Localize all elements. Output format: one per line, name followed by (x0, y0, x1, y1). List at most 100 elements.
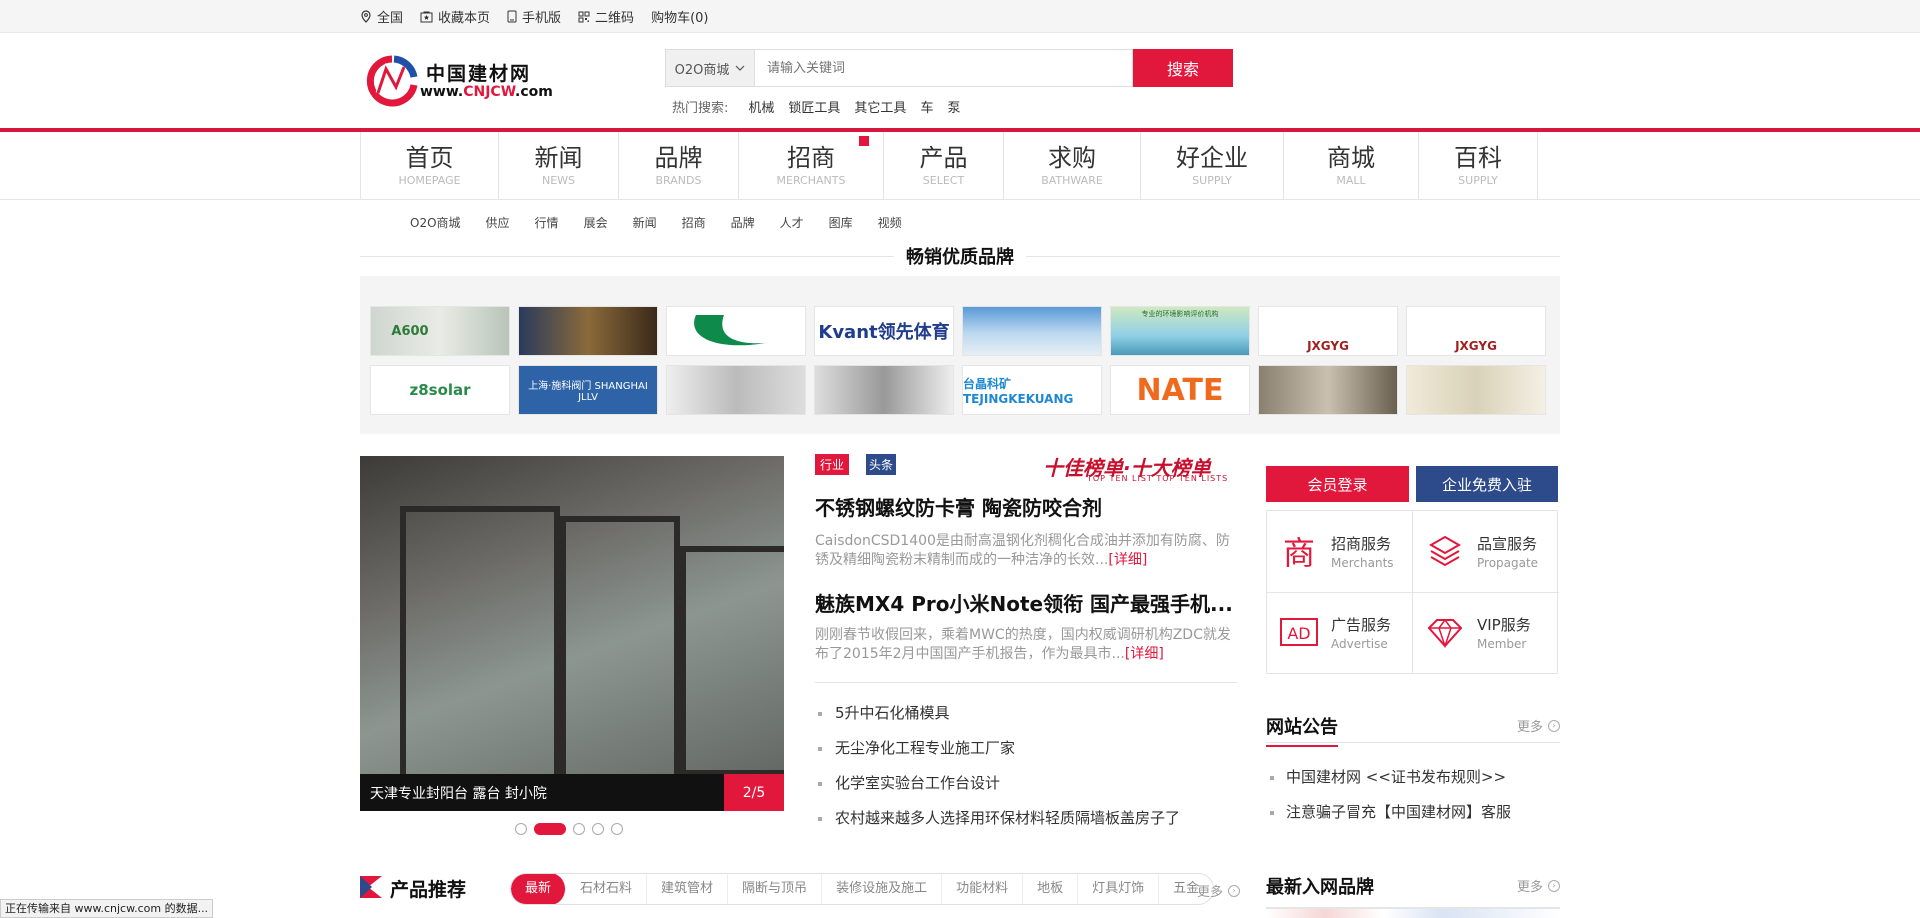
service-vip[interactable]: VIP服务 Member (1413, 593, 1559, 674)
brand-logo[interactable]: z8solar (370, 365, 510, 415)
brand-logo[interactable]: 上海·施科阀门 SHANGHAI JLLV (518, 365, 658, 415)
hot-search-term[interactable]: 其它工具 (854, 97, 906, 116)
qr-code-icon (578, 11, 590, 22)
logo-url-suffix: .com (515, 84, 553, 100)
image-slider[interactable]: 天津专业封阳台 露台 封小院 2/5 (360, 456, 784, 811)
brand-logo-text: 上海·施科阀门 SHANGHAI JLLV (528, 381, 648, 403)
service-propagate[interactable]: 品宣服务 Propagate (1413, 511, 1559, 593)
more-label: 更多 (1516, 880, 1543, 895)
site-logo[interactable]: 中国建材网 www.CNJCW.com (364, 53, 554, 111)
subnav-item[interactable]: O2O商城 (410, 214, 461, 231)
service-sublabel: Advertise (1331, 637, 1388, 652)
product-tab[interactable]: 装修设施及施工 (822, 874, 943, 904)
brand-logo[interactable] (1258, 365, 1398, 415)
notice-item[interactable]: 中国建材网 <<证书发布规则>> (1266, 760, 1511, 795)
flag-icon (859, 136, 869, 146)
search-input[interactable] (754, 49, 1133, 87)
news-list: 5升中石化桶模具 无尘净化工程专业施工厂家 化学室实验台工作台设计 农村越来越多… (815, 696, 1180, 836)
slider-dot[interactable] (573, 823, 585, 835)
search-category-select[interactable]: O2O商城 (665, 49, 754, 87)
qr-code-link[interactable]: 二维码 (578, 7, 634, 26)
subnav-item[interactable]: 品牌 (731, 214, 755, 231)
product-tab[interactable]: 功能材料 (942, 874, 1024, 904)
brand-logo-text: JXGYG (1307, 339, 1349, 353)
subnav-item[interactable]: 视频 (878, 214, 902, 231)
sub-nav: O2O商城 供应 行情 展会 新闻 招商 品牌 人才 图库 视频 (410, 214, 927, 231)
nav-item-merchants[interactable]: 招商 MERCHANTS (739, 132, 884, 199)
slider-caption[interactable]: 天津专业封阳台 露台 封小院 2/5 (360, 774, 784, 811)
bookmark-link[interactable]: 收藏本页 (420, 7, 490, 26)
news-list-item[interactable]: 化学室实验台工作台设计 (815, 766, 1180, 801)
hot-search-label: 热门搜索: (672, 101, 729, 116)
service-sublabel: Member (1477, 637, 1527, 652)
notice-more-link[interactable]: 更多 › (1517, 716, 1560, 735)
subnav-item[interactable]: 人才 (780, 214, 804, 231)
brand-logo[interactable] (962, 306, 1102, 356)
nav-label: 新闻 (534, 144, 583, 172)
news-more-link[interactable]: [详细] (1108, 552, 1147, 568)
new-brands-more-link[interactable]: 更多 › (1517, 876, 1560, 895)
brand-logo[interactable]: JXGYG (1406, 306, 1546, 356)
brand-logo[interactable]: A600 (370, 306, 510, 356)
nav-item-brands[interactable]: 品牌 BRANDS (619, 132, 739, 199)
news-list-item[interactable]: 农村越来越多人选择用环保材料轻质隔墙板盖房子了 (815, 801, 1180, 836)
subnav-item[interactable]: 行情 (535, 214, 559, 231)
service-advertise[interactable]: AD 广告服务 Advertise (1267, 592, 1413, 673)
hot-search-term[interactable]: 泵 (947, 97, 960, 116)
brand-logo[interactable]: JXGYG (1258, 306, 1398, 356)
member-login-button[interactable]: 会员登录 (1266, 466, 1409, 502)
news-list-item[interactable]: 5升中石化桶模具 (815, 696, 1180, 731)
mobile-version-link[interactable]: 手机版 (507, 7, 561, 26)
brand-logo[interactable] (1406, 365, 1546, 415)
nav-item-products[interactable]: 产品 SELECT (884, 132, 1004, 199)
nav-divider (0, 199, 1920, 200)
product-more-link[interactable]: 更多 › (1197, 881, 1240, 900)
subnav-item[interactable]: 新闻 (633, 214, 657, 231)
slider-dot[interactable] (515, 823, 527, 835)
nav-item-news[interactable]: 新闻 NEWS (499, 132, 619, 199)
service-merchants[interactable]: 商 招商服务 Merchants (1267, 511, 1413, 593)
product-tab[interactable]: 石材石料 (566, 874, 648, 904)
product-tab-active[interactable]: 最新 (511, 874, 567, 904)
notice-item[interactable]: 注意骗子冒充【中国建材网】客服 (1266, 795, 1511, 830)
region-selector[interactable]: 全国 (360, 7, 403, 26)
slider-dot-active[interactable] (534, 823, 566, 835)
news-more-link[interactable]: [详细] (1125, 646, 1164, 662)
nav-item-companies[interactable]: 好企业 SUPPLY (1141, 132, 1284, 199)
brand-logo[interactable] (666, 306, 806, 356)
brand-logo[interactable] (518, 306, 658, 356)
nav-item-encyclopedia[interactable]: 百科 SUPPLY (1419, 132, 1538, 199)
product-tab[interactable]: 灯具灯饰 (1078, 874, 1160, 904)
product-tab[interactable]: 地板 (1023, 874, 1079, 904)
brand-logo[interactable]: 专业的环境影响评价机构 (1110, 306, 1250, 356)
product-tab[interactable]: 建筑管材 (647, 874, 729, 904)
brand-logo[interactable]: NATE (1110, 365, 1250, 415)
product-tab[interactable]: 隔断与顶吊 (728, 874, 823, 904)
brand-logo[interactable]: Kvant领先体育 (814, 306, 954, 356)
news-list-item[interactable]: 无尘净化工程专业施工厂家 (815, 731, 1180, 766)
subnav-item[interactable]: 供应 (486, 214, 510, 231)
hot-search-term[interactable]: 车 (920, 97, 933, 116)
search-button[interactable]: 搜索 (1133, 49, 1233, 87)
subnav-item[interactable]: 招商 (682, 214, 706, 231)
slider-image-frame (400, 506, 560, 796)
brand-logo[interactable] (814, 365, 954, 415)
hot-search-term[interactable]: 机械 (748, 97, 774, 116)
news-headline[interactable]: 魅族MX4 Pro小米Note领衔 国产最强手机... (815, 588, 1233, 617)
slider-dot[interactable] (611, 823, 623, 835)
subnav-item[interactable]: 图库 (829, 214, 853, 231)
nav-item-mall[interactable]: 商城 MALL (1284, 132, 1419, 199)
nav-item-home[interactable]: 首页 HOMEPAGE (361, 132, 499, 199)
brand-logo[interactable]: 台晶科矿 TEJINGKEKUANG (962, 365, 1102, 415)
hot-search-term[interactable]: 锁匠工具 (788, 97, 840, 116)
shopping-cart-link[interactable]: 购物车(0) (651, 7, 708, 26)
merchant-char-icon: 商 (1282, 534, 1315, 573)
service-label: 品宣服务 (1477, 534, 1538, 553)
brand-logo[interactable] (666, 365, 806, 415)
nav-item-purchase[interactable]: 求购 BATHWARE (1004, 132, 1141, 199)
top-ten-banner-sub: TOP TEN LIST TOP TEN LISTS (1087, 474, 1229, 483)
slider-dot[interactable] (592, 823, 604, 835)
subnav-item[interactable]: 展会 (584, 214, 608, 231)
news-headline[interactable]: 不锈钢螺纹防卡膏 陶瓷防咬合剂 (815, 492, 1102, 521)
company-join-button[interactable]: 企业免费入驻 (1416, 466, 1558, 502)
